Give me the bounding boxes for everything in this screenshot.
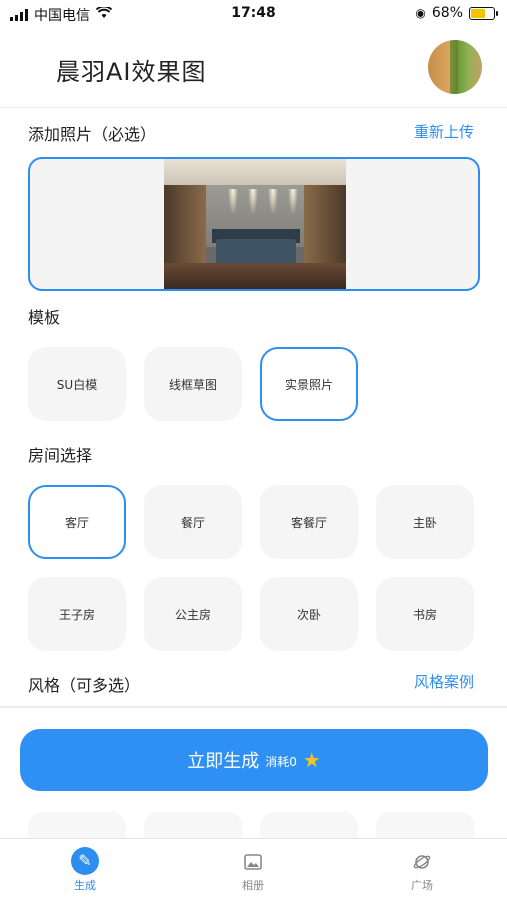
room-option-second-bedroom[interactable]: 次卧	[260, 577, 358, 651]
photo-upload-box[interactable]	[28, 157, 480, 291]
generate-cost-label: 消耗0	[265, 755, 297, 769]
avatar[interactable]	[428, 40, 482, 94]
room-option-prince-room[interactable]: 王子房	[28, 577, 126, 651]
template-option-photo[interactable]: 实景照片	[260, 347, 358, 421]
planet-icon	[408, 847, 436, 875]
room-option-dining[interactable]: 餐厅	[144, 485, 242, 559]
reupload-link[interactable]: 重新上传	[414, 121, 474, 142]
orientation-lock-icon: ◉	[415, 6, 426, 20]
tab-generate[interactable]: ✎ 生成	[35, 839, 135, 900]
tab-album[interactable]: 相册	[203, 839, 303, 900]
room-section-title: 房间选择	[28, 446, 93, 465]
template-option-sketch[interactable]: 线框草图	[144, 347, 242, 421]
divider	[0, 706, 507, 708]
room-option-princess-room[interactable]: 公主房	[144, 577, 242, 651]
sparkle-star-icon: ★	[302, 748, 321, 772]
generate-button[interactable]: 立即生成 消耗0 ★	[20, 729, 488, 791]
room-option-master-bedroom[interactable]: 主卧	[376, 485, 474, 559]
template-option-su[interactable]: SU白模	[28, 347, 126, 421]
brush-icon: ✎	[71, 847, 99, 875]
app-header: 晨羽AI效果图	[0, 28, 507, 108]
app-title: 晨羽AI效果图	[56, 58, 207, 86]
uploaded-photo	[164, 159, 346, 289]
battery-percent: 68%	[431, 5, 463, 21]
album-icon	[239, 847, 267, 875]
tab-album-label: 相册	[242, 879, 264, 892]
room-option-study[interactable]: 书房	[376, 577, 474, 651]
tab-square-label: 广场	[411, 879, 433, 892]
style-cases-link[interactable]: 风格案例	[414, 671, 474, 692]
bottom-tab-bar: ✎ 生成 相册 广场	[0, 838, 507, 900]
status-bar: 中国电信 17:48 ◉ 68%	[0, 0, 507, 28]
tab-square[interactable]: 广场	[372, 839, 472, 900]
generate-button-label: 立即生成	[187, 751, 260, 772]
status-right: ◉ 68%	[415, 5, 498, 21]
room-option-living-dining[interactable]: 客餐厅	[260, 485, 358, 559]
tab-generate-label: 生成	[74, 879, 96, 892]
template-section-title: 模板	[28, 308, 61, 327]
battery-icon	[469, 6, 498, 20]
style-section-title: 风格（可多选）	[28, 676, 141, 695]
photo-section-title: 添加照片（必选）	[28, 125, 157, 144]
room-option-living[interactable]: 客厅	[28, 485, 126, 559]
